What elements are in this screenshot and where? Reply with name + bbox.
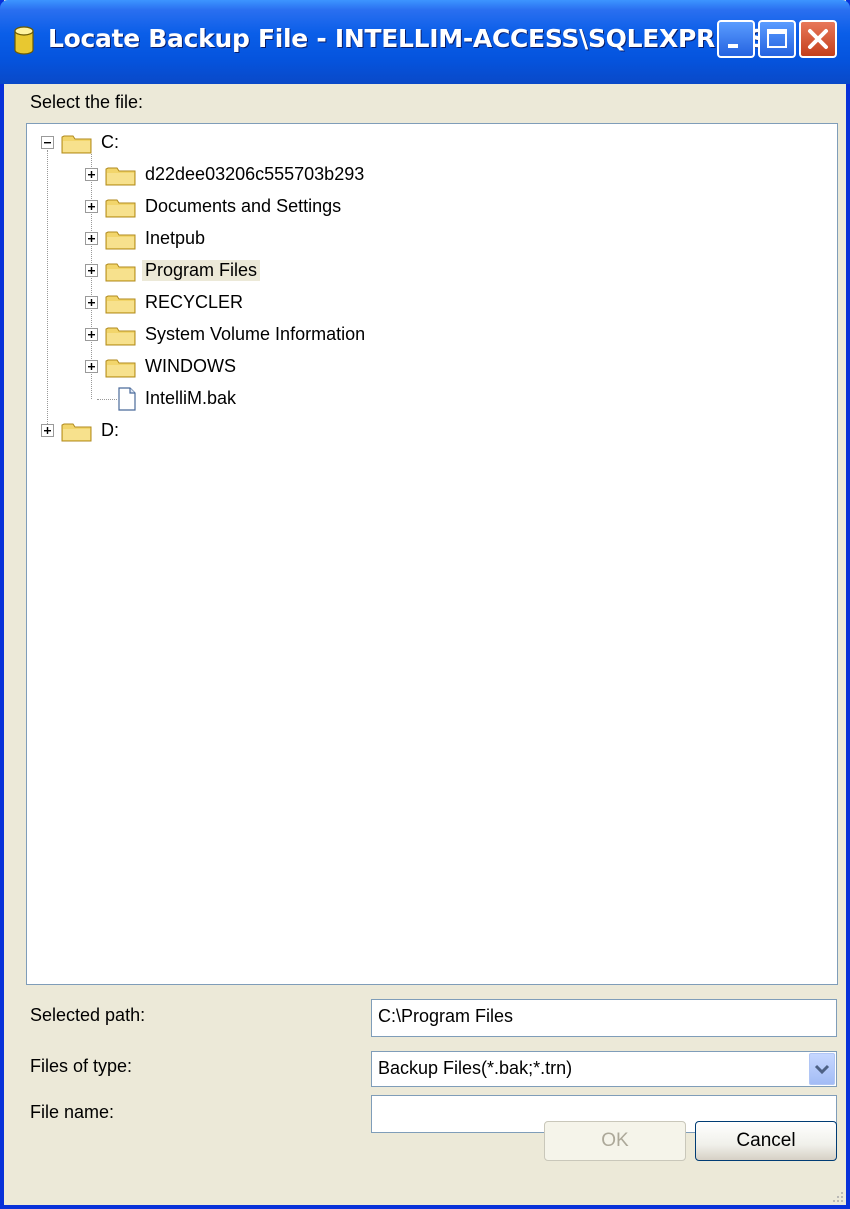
files-of-type-label: Files of type: (30, 1056, 133, 1076)
folder-icon (105, 199, 136, 218)
tree-node-label: WINDOWS (145, 356, 236, 376)
tree-node-label: C: (101, 132, 119, 152)
folder-open-icon (61, 135, 92, 154)
tree-node-label: Documents and Settings (145, 196, 342, 216)
tree-node-label: System Volume Information (145, 324, 366, 344)
expand-icon[interactable] (85, 296, 98, 309)
close-button[interactable] (799, 20, 837, 58)
folder-icon (105, 231, 136, 250)
expand-icon[interactable] (85, 200, 98, 213)
cancel-button[interactable]: Cancel (695, 1121, 837, 1161)
folder-icon (105, 263, 136, 282)
maximize-button[interactable] (758, 20, 796, 58)
maximize-icon (767, 29, 787, 48)
tree-node-label: Program Files (142, 260, 261, 281)
files-of-type-value: Backup Files(*.bak;*.trn) (378, 1058, 573, 1078)
file-tree[interactable]: C: d22dee03206c555703b293 Documents and … (26, 123, 838, 985)
tree-connector (47, 150, 48, 432)
tree-node-label: RECYCLER (145, 292, 244, 312)
expand-icon[interactable] (85, 232, 98, 245)
database-icon (14, 26, 34, 55)
expand-icon[interactable] (41, 424, 54, 437)
folder-icon (105, 167, 136, 186)
tree-node-label: d22dee03206c555703b293 (145, 164, 365, 184)
folder-icon (105, 295, 136, 314)
dropdown-button[interactable] (809, 1053, 835, 1085)
folder-icon (61, 423, 92, 442)
title-bar[interactable]: Locate Backup File - INTELLIM-ACCESS\SQL… (0, 0, 850, 84)
folder-icon (105, 327, 136, 346)
file-name-label: File name: (30, 1102, 115, 1122)
locate-backup-file-dialog: Locate Backup File - INTELLIM-ACCESS\SQL… (0, 0, 850, 1209)
select-file-label: Select the file: (30, 92, 144, 112)
selected-path-label: Selected path: (30, 1005, 146, 1025)
folder-icon (105, 359, 136, 378)
tree-node-label: Inetpub (145, 228, 206, 248)
expand-icon[interactable] (85, 360, 98, 373)
expand-icon[interactable] (85, 328, 98, 341)
close-icon (808, 29, 828, 49)
resize-grip-icon[interactable] (830, 1189, 844, 1203)
tree-connector (97, 399, 117, 400)
window-title: Locate Backup File - INTELLIM-ACCESS\SQL… (48, 24, 767, 53)
files-of-type-dropdown[interactable]: Backup Files(*.bak;*.trn) (371, 1051, 837, 1087)
chevron-down-icon (814, 1064, 830, 1075)
tree-node-label: IntelliM.bak (145, 388, 237, 408)
expand-icon[interactable] (85, 168, 98, 181)
collapse-icon[interactable] (41, 136, 54, 149)
ok-button[interactable]: OK (544, 1121, 686, 1161)
minimize-icon (728, 44, 738, 48)
tree-node-label: D: (101, 420, 119, 440)
selected-path-field[interactable]: C:\Program Files (371, 999, 837, 1037)
minimize-button[interactable] (717, 20, 755, 58)
file-icon (118, 387, 136, 411)
expand-icon[interactable] (85, 264, 98, 277)
